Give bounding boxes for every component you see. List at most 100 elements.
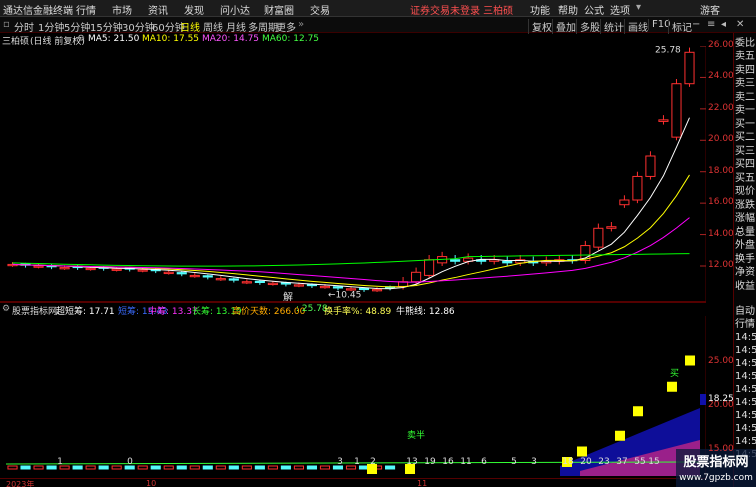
price-box bbox=[577, 446, 587, 457]
indicator-bar bbox=[293, 465, 304, 470]
value-box bbox=[700, 394, 706, 405]
quote-label[interactable]: 行情 bbox=[735, 318, 755, 331]
candle-body bbox=[254, 280, 265, 284]
quote-row-label: 买三 bbox=[735, 145, 755, 157]
candle-body bbox=[684, 51, 695, 85]
signal-label: 卖半 bbox=[407, 429, 425, 441]
period-month[interactable]: 月线 bbox=[226, 19, 246, 34]
hamburger-icon[interactable]: ≡ bbox=[707, 19, 715, 30]
tool-huaxian[interactable]: 画线 bbox=[624, 19, 648, 34]
candle-body bbox=[450, 259, 461, 262]
quote-row-label: 买一 bbox=[735, 118, 755, 130]
price-tick-label: 20.00 bbox=[708, 134, 734, 145]
quote-row-label: 收益 bbox=[735, 280, 755, 292]
indicator-chart[interactable]: 1 0 3 1 2 13 19 16 11 6 5 3 18 20 23 37 55 15卖半买 bbox=[0, 316, 706, 479]
gear-icon[interactable]: ⚙ bbox=[77, 34, 85, 44]
tool-fuquan[interactable]: 复权 bbox=[528, 19, 552, 34]
period-toolbar: ▫ 分时 1分钟 5分钟 15分钟 30分钟 60分钟 日线 周线 月线 多周期… bbox=[0, 17, 756, 34]
menu-bangzhu[interactable]: 帮助 bbox=[558, 2, 578, 17]
dropdown-icon[interactable]: ▾ bbox=[636, 2, 641, 13]
indicator-bar bbox=[202, 465, 213, 470]
price-tick-label: 16.00 bbox=[708, 197, 734, 208]
candle-body bbox=[176, 272, 187, 275]
menu-hangqing[interactable]: 行情 bbox=[76, 2, 96, 17]
bar-value-label: 1 bbox=[57, 457, 63, 467]
price-box bbox=[667, 381, 677, 392]
candle-body bbox=[59, 267, 70, 270]
candle-body bbox=[658, 119, 669, 122]
candle-body bbox=[215, 278, 226, 281]
menu-gongneng[interactable]: 功能 bbox=[530, 2, 550, 17]
auto-label[interactable]: 自动 bbox=[735, 305, 755, 318]
indicator-bar bbox=[228, 465, 239, 470]
quote-row-label: 涨跌 bbox=[735, 199, 755, 211]
bar-value-label: 19 bbox=[424, 457, 436, 467]
indicator-bar bbox=[98, 465, 109, 470]
menu-gongshi[interactable]: 公式 bbox=[584, 2, 604, 17]
tool-diejia[interactable]: 叠加 bbox=[552, 19, 576, 34]
ma60-value: MA60: 12.75 bbox=[262, 34, 320, 44]
tool-duogu[interactable]: 多股 bbox=[576, 19, 600, 34]
period-week[interactable]: 周线 bbox=[203, 19, 223, 34]
indicator-bar bbox=[137, 465, 148, 470]
tool-biaoji[interactable]: 标记 bbox=[668, 19, 692, 34]
tick-time: 14:5 bbox=[735, 371, 756, 382]
chevron-right-icon[interactable]: » bbox=[298, 19, 304, 30]
quote-row-label: 换手 bbox=[735, 253, 755, 265]
period-1min[interactable]: 1分钟 bbox=[38, 19, 64, 34]
menu-zixun[interactable]: 资讯 bbox=[148, 2, 168, 17]
minus-icon[interactable]: − bbox=[692, 19, 700, 30]
period-multi[interactable]: 多周期 bbox=[248, 19, 278, 34]
bar-value-label: 20 bbox=[580, 457, 592, 467]
indicator-item: : 25.78 bbox=[296, 304, 328, 314]
candle-body bbox=[33, 265, 44, 268]
menu-wenxiaoda[interactable]: 问小达 bbox=[220, 2, 250, 17]
period-fenshi[interactable]: 分时 bbox=[14, 19, 34, 34]
quote-row-label: 买二 bbox=[735, 132, 755, 143]
menu-faxian[interactable]: 发现 bbox=[184, 2, 204, 17]
menu-caifuquan[interactable]: 财富圈 bbox=[264, 2, 294, 17]
square-icon[interactable]: ▫ bbox=[3, 19, 10, 30]
candle-body bbox=[228, 278, 239, 281]
quote-row-label: 卖五 bbox=[735, 51, 755, 62]
bar-value-label: 55 bbox=[634, 457, 645, 467]
bar-value-label: 3 bbox=[337, 457, 343, 467]
login-notice[interactable]: 证券交易未登录 三柏硕 bbox=[410, 2, 513, 17]
period-day[interactable]: 日线 bbox=[180, 19, 200, 34]
candle-body bbox=[502, 260, 513, 264]
tool-tongji[interactable]: 统计 bbox=[600, 19, 624, 34]
close-icon[interactable]: ✕ bbox=[736, 19, 744, 30]
candle-body bbox=[593, 227, 604, 248]
candle-body bbox=[632, 175, 643, 201]
date-axis: 2023年 10 11 bbox=[0, 478, 706, 487]
period-15min[interactable]: 15分钟 bbox=[90, 19, 123, 34]
indicator-bar bbox=[46, 465, 57, 470]
back-arrow-icon[interactable]: ◂ bbox=[721, 19, 726, 30]
tick-time: 14:5 bbox=[735, 358, 756, 369]
signal-label: 买 bbox=[670, 368, 679, 379]
bar-value-label: 18 bbox=[562, 457, 574, 467]
period-5min[interactable]: 5分钟 bbox=[64, 19, 90, 34]
indicator-bar bbox=[163, 465, 174, 470]
app-name: 通达信金融终端 bbox=[3, 6, 73, 17]
bar-value-label: 15 bbox=[648, 457, 659, 467]
bar-value-label: 13 bbox=[406, 457, 417, 467]
candle-body bbox=[163, 271, 174, 275]
indicator-bar bbox=[176, 465, 187, 470]
date-label: 11 bbox=[417, 479, 428, 487]
date-label: 10 bbox=[146, 479, 157, 487]
candle-body bbox=[241, 281, 252, 284]
bar-value-label: 5 bbox=[511, 457, 517, 467]
user-label[interactable]: 游客 bbox=[700, 2, 720, 17]
price-tick-label: 12.00 bbox=[708, 260, 734, 270]
menu-shichang[interactable]: 市场 bbox=[112, 2, 132, 17]
candle-body bbox=[332, 286, 344, 289]
indicator-bar bbox=[241, 465, 252, 470]
menu-jiaoyi[interactable]: 交易 bbox=[310, 2, 330, 17]
menu-xuanxiang[interactable]: 选项 bbox=[610, 2, 630, 17]
gear-icon[interactable]: ⚙ bbox=[2, 304, 10, 314]
period-30min[interactable]: 30分钟 bbox=[122, 19, 155, 34]
kline-chart[interactable]: 25.78 ←10.45 解 bbox=[0, 46, 706, 301]
period-more[interactable]: 更多 bbox=[276, 19, 296, 34]
quote-row-label: 现价 bbox=[735, 186, 755, 197]
